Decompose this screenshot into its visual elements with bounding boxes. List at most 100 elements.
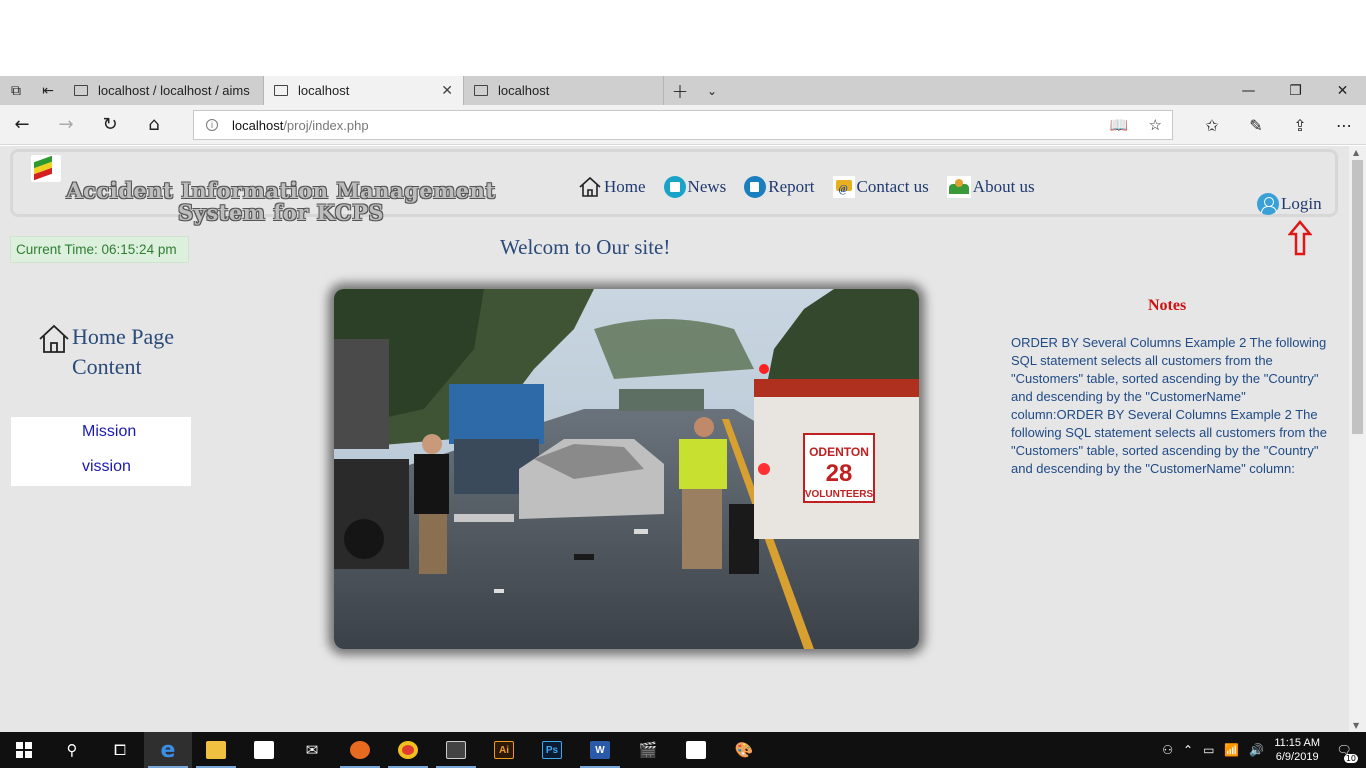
- chrome-icon[interactable]: [384, 732, 432, 768]
- home-content-line1: Home Page: [72, 324, 175, 349]
- page-icon: [74, 85, 88, 96]
- scroll-down-icon[interactable]: ▼: [1353, 721, 1359, 730]
- scroll-up-icon[interactable]: ▲: [1353, 148, 1359, 157]
- action-center-icon[interactable]: 🗨 10: [1330, 743, 1358, 763]
- accident-photo: ODENTON 28 VOLUNTEERS: [334, 289, 919, 649]
- page-scrollbar[interactable]: ▲ ▼: [1349, 146, 1366, 732]
- nav-news[interactable]: News: [663, 176, 727, 198]
- contact-icon: [832, 176, 855, 198]
- side-links: Mission vission: [11, 417, 191, 486]
- clock-time: 11:15 AM: [1274, 737, 1320, 749]
- close-tab-icon[interactable]: ✕: [441, 82, 453, 99]
- illustrator-icon[interactable]: Ai: [480, 732, 528, 768]
- browser-tab-bar: ⧉ ⇤ localhost / localhost / aims localho…: [0, 76, 1366, 105]
- more-icon[interactable]: ⋯: [1322, 105, 1366, 145]
- favorite-star-icon[interactable]: ☆: [1149, 116, 1162, 134]
- video-editor-icon[interactable]: 🎬: [624, 732, 672, 768]
- people-icon[interactable]: ⚇: [1162, 743, 1173, 757]
- welcome-heading: Welcom to Our site!: [500, 235, 671, 259]
- window-controls: — ❐ ✕: [1225, 76, 1366, 105]
- home-page-content: Home Page Content: [38, 322, 174, 382]
- nav-news-label: News: [687, 177, 727, 196]
- main-nav: Home News Report Contact us About us: [578, 176, 1035, 198]
- file-explorer-icon[interactable]: [192, 732, 240, 768]
- volume-icon[interactable]: 🔊: [1249, 743, 1264, 757]
- site-header: Accident Information Management System f…: [10, 149, 1338, 224]
- page-viewport: Accident Information Management System f…: [0, 146, 1366, 732]
- news-icon: [663, 176, 686, 198]
- minimize-icon[interactable]: —: [1225, 76, 1272, 105]
- home-icon[interactable]: ⌂: [132, 105, 176, 145]
- user-icon: [1257, 193, 1279, 215]
- store-icon[interactable]: [240, 732, 288, 768]
- login-link[interactable]: Login: [1257, 193, 1322, 215]
- firefox-icon[interactable]: [336, 732, 384, 768]
- tab-title: localhost: [498, 83, 550, 98]
- browser-toolbar: ✩ ✎ ⇪ ⋯: [1190, 105, 1366, 145]
- back-icon[interactable]: ←: [0, 105, 44, 145]
- forward-icon[interactable]: →: [44, 105, 88, 145]
- url-input[interactable]: i localhost/proj/index.php 📖 ☆: [193, 110, 1173, 140]
- home-icon: [579, 176, 601, 197]
- task-view-icon[interactable]: ⧠: [96, 732, 144, 768]
- nav-report[interactable]: Report: [744, 176, 815, 198]
- show-hidden-icons-icon[interactable]: ⌃: [1183, 743, 1193, 757]
- nav-report-label: Report: [768, 177, 815, 196]
- mail-icon[interactable]: ✉: [288, 732, 336, 768]
- home-content-line2: Content: [72, 354, 142, 379]
- reading-view-icon[interactable]: 📖: [1110, 116, 1129, 134]
- start-button[interactable]: [0, 732, 48, 768]
- close-window-icon[interactable]: ✕: [1319, 76, 1366, 105]
- browser-address-bar: ← → ↻ ⌂ i localhost/proj/index.php 📖 ☆ ✩…: [0, 105, 1366, 145]
- search-icon[interactable]: ⚲: [48, 732, 96, 768]
- url-host: localhost: [232, 117, 284, 133]
- tab-aims[interactable]: localhost / localhost / aims: [64, 76, 264, 105]
- login-label: Login: [1281, 194, 1322, 213]
- tab-preview-icon[interactable]: ⧉: [0, 76, 32, 105]
- nav-about-label: About us: [972, 177, 1035, 196]
- scroll-thumb[interactable]: [1352, 160, 1363, 434]
- set-tabs-aside-icon[interactable]: ⇤: [32, 76, 64, 105]
- report-icon: [744, 176, 767, 198]
- app-window-icon[interactable]: [432, 732, 480, 768]
- notes-body: ORDER BY Several Columns Example 2 The f…: [1011, 335, 1327, 476]
- tab-localhost[interactable]: localhost: [464, 76, 664, 105]
- chevron-down-icon[interactable]: ⌄: [696, 76, 728, 105]
- tab-localhost-active[interactable]: localhost ✕: [264, 76, 464, 105]
- logo-flag-icon: [31, 155, 61, 182]
- network-icon[interactable]: 📶: [1224, 743, 1239, 757]
- mission-link[interactable]: Mission: [82, 423, 136, 441]
- tab-title: localhost / localhost / aims: [98, 83, 250, 98]
- page-icon: [474, 85, 488, 96]
- new-tab-icon[interactable]: +: [664, 76, 696, 105]
- about-icon: [946, 176, 971, 198]
- battery-icon[interactable]: ▭: [1203, 743, 1214, 757]
- nav-home[interactable]: Home: [578, 176, 646, 198]
- info-icon[interactable]: i: [206, 119, 218, 131]
- home-icon: [39, 324, 69, 353]
- accident-scene-image: ODENTON 28 VOLUNTEERS: [334, 289, 919, 649]
- restore-icon[interactable]: ❐: [1272, 76, 1319, 105]
- tab-title: localhost: [298, 83, 350, 98]
- nav-about[interactable]: About us: [946, 176, 1035, 198]
- share-icon[interactable]: ⇪: [1278, 105, 1322, 145]
- clock-date: 6/9/2019: [1275, 751, 1319, 763]
- favorites-icon[interactable]: ✩: [1190, 105, 1234, 145]
- photos-icon[interactable]: [672, 732, 720, 768]
- windows-taskbar: ⚲ ⧠ e ✉ Ai Ps W 🎬 🎨 ⚇ ⌃ ▭ 📶 🔊 11:15 AM 6…: [0, 732, 1366, 768]
- engine-label-number: 28: [826, 460, 853, 487]
- windows-logo-icon: [16, 742, 32, 758]
- vision-link[interactable]: vission: [82, 458, 131, 476]
- site-title: Accident Information Management System f…: [31, 180, 531, 224]
- paint-icon[interactable]: 🎨: [720, 732, 768, 768]
- up-arrow-icon: [1288, 220, 1312, 256]
- nav-contact[interactable]: Contact us: [832, 176, 929, 198]
- site-title-line2: System for KCPS: [177, 200, 385, 225]
- pen-icon[interactable]: ✎: [1234, 105, 1278, 145]
- clock[interactable]: 11:15 AM 6/9/2019: [1274, 736, 1320, 764]
- edge-app-icon[interactable]: e: [144, 732, 192, 768]
- word-icon[interactable]: W: [576, 732, 624, 768]
- refresh-icon[interactable]: ↻: [88, 105, 132, 145]
- photoshop-icon[interactable]: Ps: [528, 732, 576, 768]
- page-icon: [274, 85, 288, 96]
